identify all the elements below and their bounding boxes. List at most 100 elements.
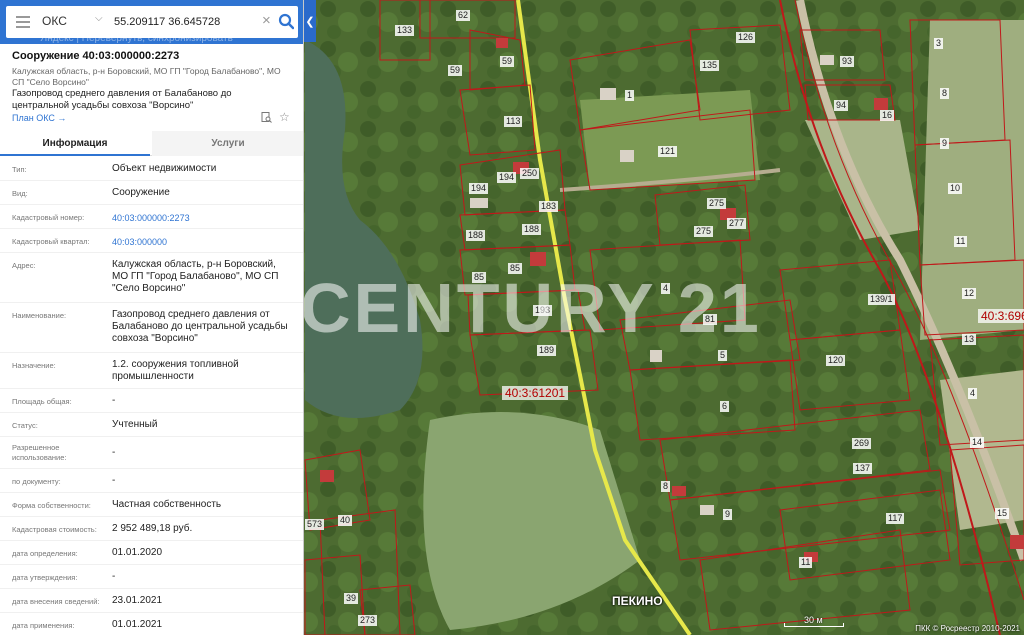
scale-bar: 30 м xyxy=(784,615,844,630)
plot-label: 39 xyxy=(344,593,359,604)
plot-label: 269 xyxy=(852,438,872,449)
detail-row: Тип: Объект недвижимости xyxy=(0,157,303,181)
info-panel: Яндекс | Перевернуть, синхронизировать О… xyxy=(0,0,304,635)
search-bar: Яндекс | Перевернуть, синхронизировать О… xyxy=(0,0,303,44)
plot-label: 137 xyxy=(853,463,873,474)
plot-label: 10 xyxy=(948,183,963,194)
detail-label: Площадь общая: xyxy=(12,397,72,406)
cadastral-quarter-link[interactable]: 40:03:000000 xyxy=(112,236,292,248)
detail-row: дата внесения сведений: 23.01.2021 xyxy=(0,589,303,613)
plot-label: 275 xyxy=(707,198,727,209)
plot-label: 40 xyxy=(338,515,353,526)
plot-label: 6 xyxy=(720,401,730,412)
detail-value: 23.01.2021 xyxy=(112,595,163,606)
plot-label: 183 xyxy=(539,201,559,212)
detail-value: - xyxy=(112,447,116,458)
detail-row: Назначение: 1.2. сооружения топливной пр… xyxy=(0,353,303,389)
plot-label: 1 xyxy=(625,90,635,101)
detail-label: Кадастровый номер: xyxy=(12,213,85,222)
plot-label: 3 xyxy=(934,38,944,49)
search-input[interactable] xyxy=(114,13,264,31)
detail-row: дата утверждения: - xyxy=(0,565,303,589)
detail-row: Кадастровая стоимость: 2 952 489,18 руб. xyxy=(0,517,303,541)
plot-label: 15 xyxy=(995,508,1010,519)
detail-value: - xyxy=(112,395,116,406)
detail-value: Калужская область, р-н Боровский, МО ГП … xyxy=(112,259,279,294)
detail-row: Вид: Сооружение xyxy=(0,181,303,205)
detail-value: 01.01.2020 xyxy=(112,547,163,558)
plot-label: 135 xyxy=(700,60,720,71)
search-type-select[interactable]: ОКС xyxy=(42,14,67,28)
scale-label: 30 м xyxy=(804,615,823,625)
plot-label: 59 xyxy=(500,56,515,67)
plot-label: 13 xyxy=(962,334,977,345)
close-icon[interactable]: × xyxy=(262,12,271,30)
object-title: Сооружение 40:03:000000:2273 xyxy=(12,50,180,62)
detail-row: Форма собственности: Частная собственнос… xyxy=(0,493,303,517)
detail-label: дата применения: xyxy=(12,621,75,630)
plot-label: 117 xyxy=(886,513,905,524)
detail-value: Газопровод среднего давления от Балабано… xyxy=(112,309,288,344)
plot-label: 8 xyxy=(940,88,950,99)
plot-label: 94 xyxy=(834,100,849,111)
detail-label: Адрес: xyxy=(12,261,36,270)
plot-label: 120 xyxy=(826,355,846,366)
detail-value: - xyxy=(112,475,116,486)
detail-label: Назначение: xyxy=(12,361,56,370)
watermark: CENTURY 21 xyxy=(300,269,762,347)
detail-label: Вид: xyxy=(12,189,28,198)
details-table: Тип: Объект недвижимости Вид: Сооружение… xyxy=(0,157,303,635)
plot-label: 133 xyxy=(395,25,415,36)
detail-label: Форма собственности: xyxy=(12,501,91,510)
plot-label: 273 xyxy=(358,615,378,626)
plot-label: 93 xyxy=(840,56,855,67)
copyright: ПКК © Росреестр 2010-2021 xyxy=(915,624,1020,633)
plot-label: 573 xyxy=(305,519,325,530)
chevron-down-icon[interactable]: ⌵ xyxy=(95,13,103,24)
tab-services[interactable]: Услуги xyxy=(152,131,303,156)
plot-label: 12 xyxy=(962,288,977,299)
search-icon[interactable] xyxy=(278,13,294,31)
cadastral-number-link[interactable]: 40:03:000000:2273 xyxy=(112,212,292,224)
detail-row: Наименование: Газопровод среднего давлен… xyxy=(0,303,303,353)
plot-label: 113 xyxy=(504,116,523,127)
plot-label: 16 xyxy=(880,110,895,121)
detail-row: Кадастровый квартал: 40:03:000000 xyxy=(0,229,303,253)
detail-label: Кадастровый квартал: xyxy=(12,237,90,246)
plot-label: 9 xyxy=(723,509,733,520)
detail-label: дата внесения сведений: xyxy=(12,597,100,606)
detail-value: 2 952 489,18 руб. xyxy=(112,523,193,534)
object-description: Газопровод среднего давления от Балабано… xyxy=(12,88,232,111)
plot-label: 62 xyxy=(456,10,471,21)
detail-label: дата утверждения: xyxy=(12,573,78,582)
plot-label: 277 xyxy=(727,218,747,229)
detail-row: по документу: - xyxy=(0,469,303,493)
plot-label: 11 xyxy=(799,557,813,568)
document-search-icon[interactable] xyxy=(261,112,272,123)
plan-oks-link[interactable]: План ОКС → xyxy=(12,113,66,123)
plot-label: 8 xyxy=(661,481,671,492)
star-icon[interactable]: ☆ xyxy=(279,110,290,124)
plot-label: 139/1 xyxy=(868,294,895,305)
tab-info[interactable]: Информация xyxy=(0,131,150,156)
plot-label: 4 xyxy=(968,388,978,399)
plot-label: 11 xyxy=(954,236,968,247)
cadastral-quarter-label: 40:3:61201 xyxy=(502,386,569,400)
collapse-panel-button[interactable]: ❮ xyxy=(304,0,316,42)
tabs: Информация Услуги xyxy=(0,131,303,156)
detail-value: Объект недвижимости xyxy=(112,163,217,174)
plot-label: 275 xyxy=(694,226,714,237)
detail-label: Тип: xyxy=(12,165,27,174)
plot-label: 126 xyxy=(736,32,756,43)
village-label: ПЕКИНО xyxy=(612,594,663,608)
detail-value: - xyxy=(112,571,116,582)
detail-value: 1.2. сооружения топливной промышленности xyxy=(112,359,239,382)
menu-icon[interactable] xyxy=(16,16,30,28)
detail-label: Наименование: xyxy=(12,311,67,320)
detail-row: дата определения: 01.01.2020 xyxy=(0,541,303,565)
detail-row: Кадастровый номер: 40:03:000000:2273 xyxy=(0,205,303,229)
detail-row: Площадь общая: - xyxy=(0,389,303,413)
detail-label: Статус: xyxy=(12,421,38,430)
search-box: ОКС ⌵ × xyxy=(6,6,298,38)
object-address: Калужская область, р-н Боровский, МО ГП … xyxy=(12,66,281,87)
